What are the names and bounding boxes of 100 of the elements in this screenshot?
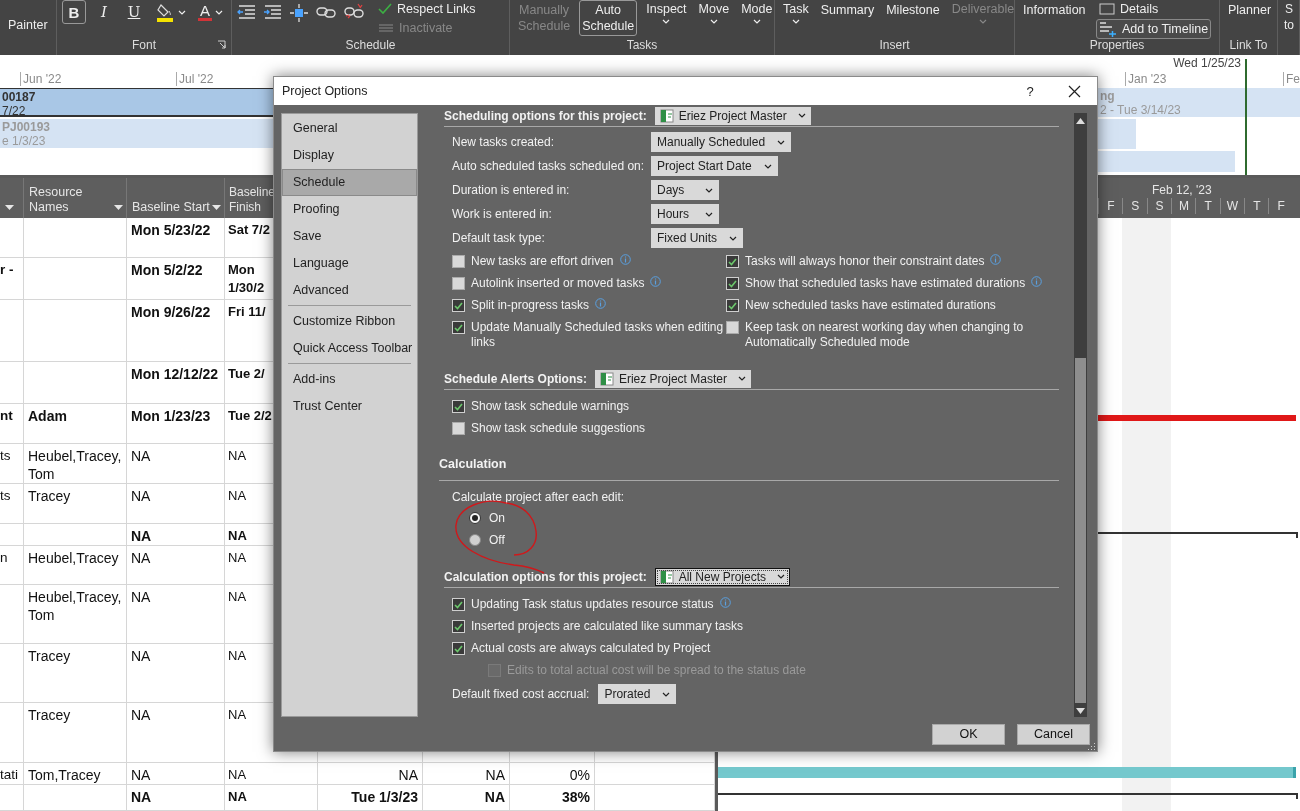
italic-button[interactable]: I bbox=[92, 0, 116, 24]
ribbon-button[interactable]: Respect Links bbox=[375, 0, 479, 17]
day-label: T bbox=[1243, 198, 1269, 214]
table-cell: Mon 12/12/22 bbox=[127, 362, 225, 404]
ribbon-button[interactable]: Mode bbox=[738, 0, 776, 25]
day-label: W bbox=[1219, 198, 1245, 214]
day-label: T bbox=[1195, 198, 1221, 214]
day-label: S bbox=[1146, 198, 1172, 214]
table-cell: nt bbox=[0, 404, 24, 444]
today-label: Wed 1/25/23 bbox=[1173, 56, 1241, 70]
column-title: Resource Names bbox=[29, 185, 84, 215]
checkbox-label[interactable]: Autolink inserted or moved tasks bbox=[471, 276, 645, 291]
sidebar-item[interactable]: Schedule bbox=[282, 169, 417, 196]
ribbon-button[interactable]: S to bbox=[1283, 0, 1295, 34]
group-label: Link To bbox=[1229, 38, 1268, 52]
table-cell: Heubel,Tracey, Tom bbox=[24, 585, 127, 644]
column-header[interactable]: Resource Names bbox=[24, 178, 127, 218]
table-cell: n bbox=[0, 546, 24, 585]
dropdown[interactable]: Hours bbox=[651, 204, 719, 224]
table-cell: NA bbox=[127, 484, 225, 524]
sidebar-item[interactable]: Display bbox=[282, 142, 417, 169]
column-header[interactable]: Baseline Start bbox=[127, 178, 225, 218]
underline-button[interactable]: U bbox=[122, 0, 146, 24]
checkbox-label[interactable]: Inserted projects are calculated like summary tasks bbox=[471, 619, 744, 634]
table-cell: NA bbox=[127, 546, 225, 585]
dialog-button[interactable]: Cancel bbox=[1017, 723, 1090, 745]
table-cell: NA bbox=[225, 763, 318, 785]
ribbon-button[interactable]: Information bbox=[1020, 0, 1086, 20]
checkbox-label[interactable]: New tasks are effort driven bbox=[471, 254, 614, 269]
ribbon-button[interactable]: Planner bbox=[1225, 0, 1275, 20]
sidebar-item[interactable]: General bbox=[282, 115, 417, 142]
checkbox-label[interactable]: New scheduled tasks have estimated durations bbox=[745, 298, 996, 313]
bar-dates: 2 - Tue 3/14/23 bbox=[1100, 103, 1181, 117]
field-label: Calculate project after each edit: bbox=[452, 489, 626, 506]
field-label: New tasks created: bbox=[452, 135, 556, 149]
ribbon-button[interactable]: Auto Schedule bbox=[579, 0, 638, 36]
checkbox-label[interactable]: Updating Task status updates resource status bbox=[471, 597, 714, 612]
day-label: M bbox=[1170, 198, 1196, 214]
ribbon-button[interactable]: Milestone bbox=[883, 0, 943, 20]
project-dropdown[interactable]: Eriez Project Master bbox=[594, 369, 751, 388]
ribbon-button[interactable]: Details bbox=[1096, 0, 1212, 17]
ribbon-button[interactable]: Summary bbox=[817, 0, 878, 20]
checkbox-label[interactable]: Update Manually Scheduled tasks when editing links bbox=[471, 320, 726, 350]
table-cell: NA bbox=[423, 763, 510, 785]
month-label: Jun '22 bbox=[20, 72, 62, 86]
radio-label[interactable]: Off bbox=[489, 533, 505, 547]
table-cell: NA bbox=[127, 763, 225, 785]
radio-label[interactable]: On bbox=[489, 511, 505, 525]
dropdown[interactable]: Days bbox=[651, 180, 719, 200]
month-label: Jul '22 bbox=[176, 72, 214, 86]
bar-dates: e 1/3/23 bbox=[2, 134, 46, 148]
window-title: Project Options bbox=[282, 84, 369, 98]
month-label: Jan '23 bbox=[1125, 72, 1167, 86]
field-label: Default fixed cost accrual: bbox=[452, 687, 590, 701]
table-cell: NA bbox=[127, 785, 225, 811]
dropdown[interactable]: Fixed Units bbox=[651, 228, 744, 248]
field-label: Default task type: bbox=[452, 231, 546, 245]
project-dropdown[interactable]: All New Projects bbox=[654, 567, 791, 586]
table-cell: ts bbox=[0, 484, 24, 524]
checkbox-label[interactable]: Tasks will always honor their constraint dates bbox=[745, 254, 985, 269]
group-label: Tasks bbox=[626, 38, 658, 52]
ribbon-button[interactable]: Inspect bbox=[643, 0, 690, 25]
dropdown[interactable]: Project Start Date bbox=[651, 156, 778, 176]
column-title: Baseline Finish bbox=[229, 185, 275, 215]
field-label: Duration is entered in: bbox=[452, 183, 571, 197]
table-cell: Mon 5/23/22 bbox=[127, 218, 225, 258]
table-cell: Mon 9/26/22 bbox=[127, 300, 225, 362]
section-title: Scheduling options for this project: bbox=[444, 108, 647, 123]
table-cell: NA bbox=[225, 785, 318, 811]
checkbox-label[interactable]: Keep task on nearest working day when changing to Automatically Scheduled mode bbox=[745, 320, 1066, 350]
ribbon-button[interactable]: Move bbox=[695, 0, 733, 25]
table-cell: 38% bbox=[510, 785, 595, 811]
month-label: Fe bbox=[1283, 72, 1300, 86]
table-cell: NA bbox=[423, 785, 510, 811]
ribbon-button[interactable]: Painter bbox=[5, 0, 51, 33]
day-label: F bbox=[1268, 198, 1294, 214]
column-title: Baseline Start bbox=[132, 200, 210, 215]
table-cell: Adam bbox=[24, 404, 127, 444]
checkbox-label[interactable]: Split in-progress tasks bbox=[471, 298, 590, 313]
group-label: Font bbox=[132, 38, 156, 52]
dialog-button[interactable]: OK bbox=[932, 723, 1005, 745]
project-dropdown[interactable]: Eriez Project Master bbox=[654, 106, 811, 125]
bar-dates: 7/22 bbox=[2, 104, 26, 118]
checkbox-label[interactable]: Show that scheduled tasks have estimated durations bbox=[745, 276, 1026, 291]
table-cell: Mon 5/2/22 bbox=[127, 258, 225, 300]
checkbox-label[interactable]: Actual costs are always calculated by Project bbox=[471, 641, 711, 656]
group-label: Properties bbox=[1089, 38, 1145, 52]
ribbon-button[interactable]: Add to Timeline bbox=[1096, 19, 1212, 39]
checkbox-label[interactable]: Show task schedule warnings bbox=[471, 399, 630, 414]
group-label: Insert bbox=[879, 38, 910, 52]
help-button[interactable]: ? bbox=[1009, 83, 1051, 99]
bold-button[interactable]: B bbox=[62, 0, 86, 24]
dropdown[interactable]: Prorated bbox=[598, 684, 677, 704]
dropdown[interactable]: Manually Scheduled bbox=[651, 132, 792, 152]
week-label: Feb 12, '23 bbox=[1152, 183, 1212, 197]
ribbon-button[interactable]: Task bbox=[780, 0, 812, 25]
checkbox-label[interactable]: Show task schedule suggestions bbox=[471, 421, 646, 436]
font-color-button[interactable]: A bbox=[195, 0, 226, 24]
table-cell: Tracey bbox=[24, 703, 127, 763]
table-cell: Tracey bbox=[24, 484, 127, 524]
